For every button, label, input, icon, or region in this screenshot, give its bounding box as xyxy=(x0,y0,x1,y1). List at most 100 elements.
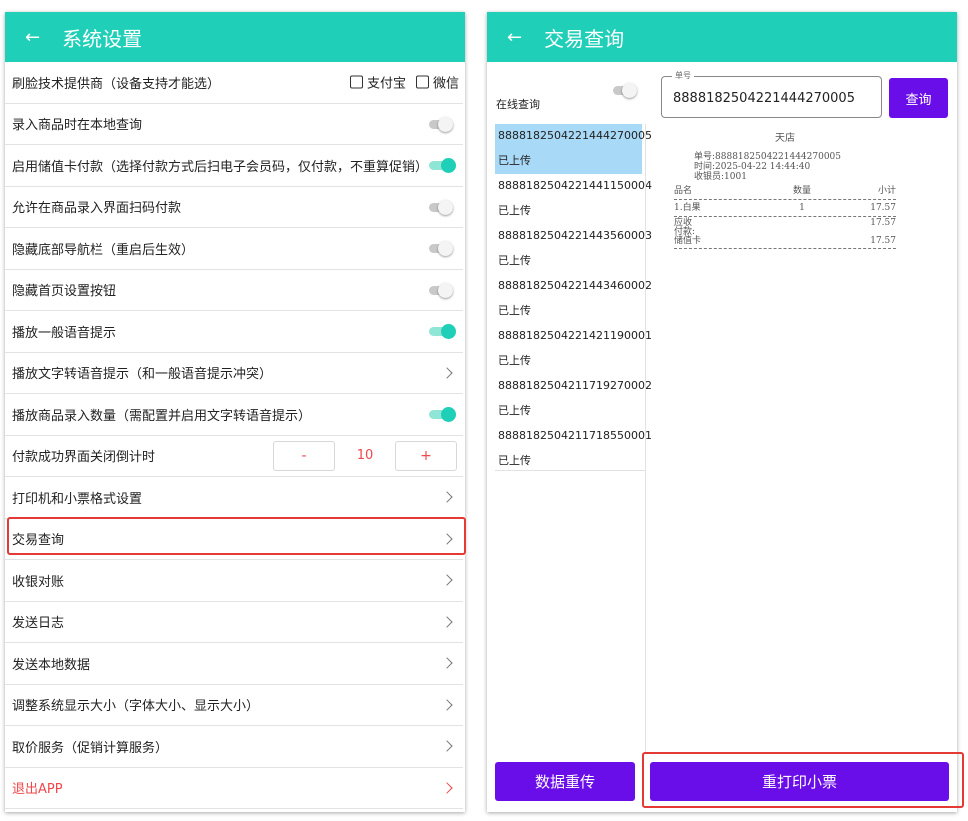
transaction-list: 8888182504221444270005 已上传 888818250422144… xyxy=(495,124,652,474)
settings-row-label: 打印机和小票格式设置 xyxy=(12,491,143,507)
settings-row[interactable]: 发送本地数据 xyxy=(5,643,463,685)
checkbox[interactable] xyxy=(415,75,429,89)
chevron-right-icon xyxy=(441,491,453,503)
chevron-right-icon xyxy=(441,574,453,586)
transaction-status[interactable]: 已上传 xyxy=(495,248,642,274)
settings-row-label: 收银对账 xyxy=(12,574,65,590)
back-arrow-icon[interactable]: ← xyxy=(25,27,40,48)
settings-row[interactable]: 隐藏底部导航栏（重启后生效） xyxy=(5,228,463,270)
settings-row[interactable]: 刷脸技术提供商（设备支持才能选） 支付宝 微信 xyxy=(5,62,463,104)
settings-row[interactable]: 启用储值卡付款（选择付款方式后扫电子会员码，仅付款，不重算促销） xyxy=(5,145,463,187)
receipt-card-value: 17.57 xyxy=(870,236,896,246)
receipt-header-row: 品名 数量 小计 xyxy=(674,185,896,197)
settings-row-label: 隐藏首页设置按钮 xyxy=(12,284,117,300)
settings-row[interactable]: 付款成功界面关闭倒计时 -10 + xyxy=(5,436,463,477)
chevron-right-icon xyxy=(441,616,453,628)
settings-row[interactable]: 调整系统显示大小（字体大小、显示大小） xyxy=(5,685,463,726)
settings-row-label: 隐藏底部导航栏（重启后生效） xyxy=(12,242,195,258)
transaction-id[interactable]: 8888182504221443560003 xyxy=(495,224,652,248)
countdown-value[interactable]: 10 xyxy=(335,448,395,463)
transaction-id[interactable]: 8888182504221443460002 xyxy=(495,274,652,298)
transaction-status[interactable]: 已上传 xyxy=(495,198,642,224)
transaction-status[interactable]: 已上传 xyxy=(495,398,642,424)
switch-toggle[interactable] xyxy=(429,324,456,340)
online-query-toggle[interactable] xyxy=(613,83,639,98)
highlight-box-transaction-query xyxy=(7,517,466,555)
settings-row-label: 发送日志 xyxy=(12,616,65,632)
settings-row-label: 播放文字转语音提示（和一般语音提示冲突） xyxy=(12,367,273,383)
transaction-id[interactable]: 8888182504221441150004 xyxy=(495,174,652,198)
settings-row[interactable]: 发送日志 xyxy=(5,602,463,643)
receipt-header-qty: 数量 xyxy=(792,186,811,196)
order-number-input[interactable]: 8888182504221444270005 xyxy=(673,91,855,106)
transaction-query-panel: ← 交易查询 在线查询 单号 8888182504221444270005 查询… xyxy=(487,12,957,812)
checkbox-label: 微信 xyxy=(432,76,459,92)
page-title: 系统设置 xyxy=(62,26,143,51)
settings-row-label: 播放一般语音提示 xyxy=(12,325,117,341)
receipt-card-label: 储值卡 xyxy=(674,236,702,246)
settings-row-label: 播放商品录入数量（需配置并启用文字转语音提示） xyxy=(12,408,312,424)
transaction-id[interactable]: 8888182504211719270002 xyxy=(495,374,652,398)
settings-row[interactable]: 打印机和小票格式设置 xyxy=(5,477,463,519)
switch-toggle[interactable] xyxy=(429,241,455,257)
query-button[interactable]: 查询 xyxy=(889,78,948,118)
highlight-box-reprint xyxy=(642,752,964,808)
transaction-id[interactable]: 8888182504211718550001 xyxy=(495,424,652,448)
increment-button[interactable]: + xyxy=(395,440,457,471)
back-arrow-icon[interactable]: ← xyxy=(507,27,522,48)
chevron-right-icon xyxy=(441,740,453,752)
settings-row[interactable]: 播放一般语音提示 xyxy=(5,311,463,353)
settings-row-label: 调整系统显示大小（字体大小、显示大小） xyxy=(12,699,260,715)
switch-toggle[interactable] xyxy=(429,282,455,298)
transaction-id[interactable]: 8888182504221444270005 xyxy=(495,124,652,148)
settings-row[interactable]: 允许在商品录入界面扫码付款 xyxy=(5,187,463,228)
list-divider xyxy=(645,124,646,754)
settings-row[interactable]: 播放商品录入数量（需配置并启用文字转语音提示） xyxy=(5,394,463,436)
switch-toggle[interactable] xyxy=(429,407,456,423)
settings-list: 刷脸技术提供商（设备支持才能选） 支付宝 微信 录入商品时在本地查询 启用储值卡付款（选… xyxy=(5,62,465,809)
receipt-divider xyxy=(674,216,896,217)
online-query-label: 在线查询 xyxy=(496,98,540,111)
chevron-right-icon xyxy=(441,782,453,794)
order-number-label: 单号 xyxy=(672,70,694,81)
switch-toggle[interactable] xyxy=(429,158,456,174)
system-settings-panel: ← 系统设置 刷脸技术提供商（设备支持才能选） 支付宝 微信 录入商品时在本地查询 启用… xyxy=(5,12,465,812)
settings-row-label: 退出APP xyxy=(12,782,63,798)
countdown-stepper: -10 + xyxy=(273,440,457,471)
app-bar: ← 系统设置 xyxy=(5,12,465,62)
settings-row[interactable]: 录入商品时在本地查询 xyxy=(5,104,463,145)
receipt-order-line: 单号:8888182504221444270005 xyxy=(694,152,842,162)
data-resend-button[interactable]: 数据重传 xyxy=(495,762,635,801)
receipt-divider xyxy=(674,248,896,249)
receipt-time-line: 时间:2025-04-22 14:44:40 xyxy=(694,162,811,172)
order-number-field[interactable]: 单号 8888182504221444270005 xyxy=(661,70,882,118)
receipt-item-qty: 1 xyxy=(799,203,805,213)
decrement-button[interactable]: - xyxy=(273,440,335,471)
chevron-right-icon xyxy=(441,699,453,711)
receipt-shop-name: 天店 xyxy=(775,133,795,144)
receipt-item-subtotal: 17.57 xyxy=(870,203,896,213)
settings-row[interactable]: 播放文字转语音提示（和一般语音提示冲突） xyxy=(5,353,463,394)
settings-row[interactable]: 取价服务（促销计算服务） xyxy=(5,726,463,768)
switch-toggle[interactable] xyxy=(429,116,455,132)
transaction-id[interactable]: 8888182504221421190001 xyxy=(495,324,652,348)
receipt-header-subtotal: 小计 xyxy=(877,186,896,196)
transaction-status[interactable]: 已上传 xyxy=(495,148,642,174)
settings-row[interactable]: 隐藏首页设置按钮 xyxy=(5,270,463,311)
settings-row-label: 发送本地数据 xyxy=(12,657,91,673)
settings-row-label: 取价服务（促销计算服务） xyxy=(12,740,169,756)
receipt-item-row: 1.白果 1 17.57 xyxy=(674,202,896,214)
search-bar: 在线查询 单号 8888182504221444270005 查询 xyxy=(487,62,957,128)
receipt-preview: 天店 单号:8888182504221444270005 时间:2025-04-… xyxy=(674,129,896,251)
transaction-status[interactable]: 已上传 xyxy=(495,298,642,324)
checkbox[interactable] xyxy=(349,75,363,89)
page-title: 交易查询 xyxy=(544,26,625,51)
app-bar: ← 交易查询 xyxy=(487,12,957,62)
settings-row[interactable]: 退出APP xyxy=(5,768,463,809)
settings-row[interactable]: 收银对账 xyxy=(5,560,463,602)
switch-toggle[interactable] xyxy=(429,199,455,215)
receipt-due-row: 应收 17.57 xyxy=(674,219,896,228)
receipt-divider xyxy=(674,199,896,200)
transaction-status[interactable]: 已上传 xyxy=(495,348,642,374)
receipt-header-name: 品名 xyxy=(674,186,693,196)
